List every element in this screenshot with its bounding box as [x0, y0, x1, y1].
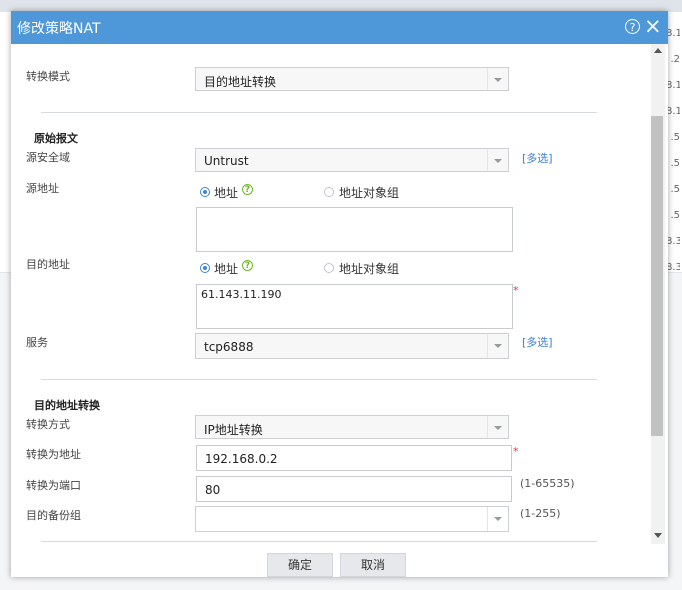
to-addr-value: 192.168.0.2 [205, 452, 278, 466]
service-multi-select-link[interactable]: [多选] [522, 334, 553, 350]
src-addr-radio-group-label: 地址对象组 [339, 186, 400, 200]
edit-nat-policy-dialog: 修改策略NAT ? × 转换模式 目的地址转换 原始报文 源安全域 Untrus… [11, 11, 668, 577]
question-circle-icon[interactable]: ? [625, 19, 640, 34]
src-addr-radio-group[interactable] [324, 187, 334, 197]
divider [41, 541, 597, 542]
port-range-hint: (1-65535) [520, 477, 575, 490]
src-zone-value: Untrust [204, 154, 249, 168]
service-value: tcp6888 [204, 340, 254, 354]
dst-addr-radio-group[interactable] [324, 263, 334, 273]
section-dst-translation: 目的地址转换 [34, 399, 100, 412]
backup-range-hint: (1-255) [520, 507, 561, 520]
scroll-up-arrow-icon[interactable] [654, 48, 662, 53]
to-addr-input[interactable]: 192.168.0.2 [196, 445, 512, 471]
backup-group-select[interactable] [195, 506, 509, 532]
help-icon[interactable]: ? [242, 184, 253, 195]
dst-addr-textarea[interactable]: 61.143.11.190 [196, 284, 513, 329]
to-addr-label: 转换为地址 [26, 448, 81, 461]
to-port-value: 80 [205, 483, 221, 497]
section-original-packet: 原始报文 [34, 132, 78, 145]
table-cell: 8.3 [666, 262, 680, 273]
help-icon[interactable]: ? [242, 260, 253, 271]
method-label: 转换方式 [26, 418, 70, 431]
src-zone-multi-select-link[interactable]: [多选] [522, 150, 553, 166]
chevron-down-icon[interactable] [487, 507, 508, 531]
dst-addr-radio-address-label: 地址 [214, 262, 239, 276]
ok-button[interactable]: 确定 [267, 553, 333, 577]
src-addr-radio-address[interactable] [200, 187, 210, 197]
chevron-down-icon[interactable] [487, 149, 508, 171]
vertical-scrollbar[interactable] [651, 44, 665, 544]
scroll-down-arrow-icon[interactable] [654, 533, 662, 538]
mode-select[interactable]: 目的地址转换 [195, 67, 509, 91]
src-addr-label: 源地址 [26, 182, 59, 195]
to-port-label: 转换为端口 [26, 479, 81, 492]
required-mark: * [513, 445, 519, 458]
dialog-title: 修改策略NAT [17, 21, 101, 37]
required-mark: * [513, 284, 519, 297]
src-addr-textarea[interactable] [196, 207, 513, 252]
chevron-down-icon[interactable] [487, 68, 508, 90]
scroll-thumb[interactable] [651, 116, 663, 436]
dialog-titlebar: 修改策略NAT ? × [11, 11, 668, 44]
method-select[interactable]: IP地址转换 [195, 415, 509, 439]
dst-addr-label: 目的地址 [26, 258, 70, 271]
method-value: IP地址转换 [204, 423, 263, 437]
backup-group-label: 目的备份组 [26, 509, 81, 522]
mode-value: 目的地址转换 [204, 75, 277, 89]
src-zone-select[interactable]: Untrust [195, 148, 509, 172]
divider [41, 112, 597, 113]
src-addr-radio-address-label: 地址 [214, 186, 239, 200]
dst-addr-radio-group-label: 地址对象组 [339, 262, 400, 276]
divider [41, 379, 597, 380]
dst-addr-value: 61.143.11.190 [201, 288, 282, 301]
dst-addr-radio-address[interactable] [200, 263, 210, 273]
cancel-button[interactable]: 取消 [340, 553, 406, 577]
chevron-down-icon[interactable] [487, 334, 508, 358]
to-port-input[interactable]: 80 [196, 476, 512, 502]
mode-label: 转换模式 [26, 70, 70, 83]
close-icon[interactable]: × [644, 14, 662, 38]
service-select[interactable]: tcp6888 [195, 333, 509, 359]
dialog-footer: 确定 取消 [11, 544, 668, 577]
chevron-down-icon[interactable] [487, 416, 508, 438]
dialog-body: 转换模式 目的地址转换 原始报文 源安全域 Untrust [多选] 源地址 地… [11, 44, 651, 544]
src-zone-label: 源安全域 [26, 151, 70, 164]
service-label: 服务 [26, 336, 48, 349]
